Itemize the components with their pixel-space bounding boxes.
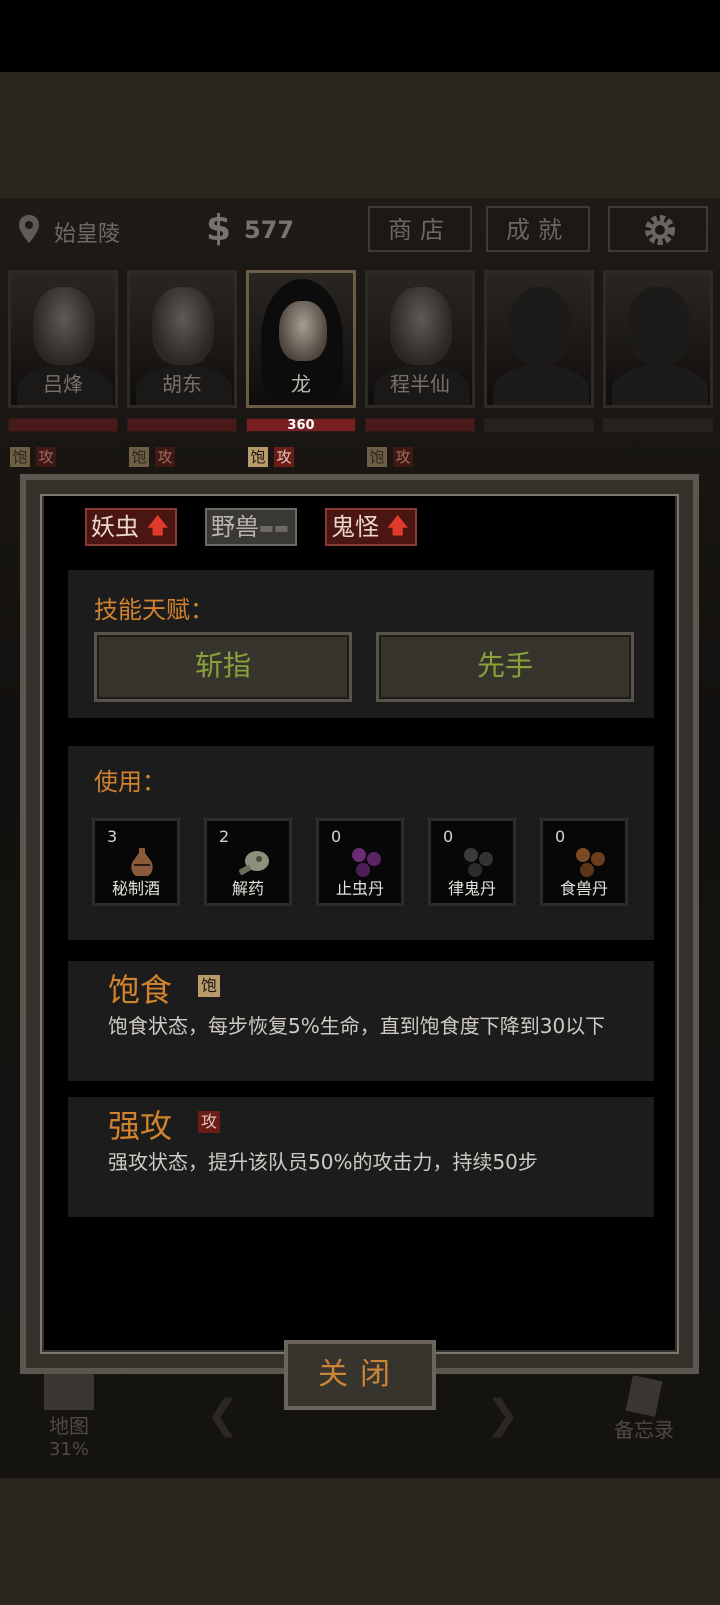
hp-bar: 360 <box>246 418 356 432</box>
item-name: 秘制酒 <box>111 879 160 898</box>
skill-button-1[interactable]: 斩指 <box>94 632 352 702</box>
arrow-left-icon[interactable]: ❮ <box>206 1392 240 1438</box>
resist-tag-beast: 野兽 ▬▬ <box>205 508 297 546</box>
party-member-3[interactable]: 龙 <box>246 270 356 408</box>
use-title: 使用： <box>94 768 166 796</box>
use-items-section: 使用： 3 秘制酒 2 解药 0 止虫丹 0 律鬼丹 0 食兽丹 <box>68 746 654 940</box>
party-member-name: 吕烽 <box>43 372 83 396</box>
satiated-badge: 饱 <box>129 447 149 467</box>
attack-badge: 攻 <box>155 447 175 467</box>
hp-value: 360 <box>287 418 315 433</box>
dollar-icon: $ <box>206 208 232 249</box>
skills-title: 技能天赋： <box>94 596 214 624</box>
attack-badge: 攻 <box>198 1111 220 1133</box>
satiated-badge: 饱 <box>198 975 220 997</box>
hp-bar-empty <box>603 418 713 432</box>
up-arrow-icon: 🡅 <box>386 514 409 539</box>
item-count: 0 <box>331 827 342 846</box>
item-antidote[interactable]: 2 解药 <box>204 818 292 906</box>
skills-section: 技能天赋： 斩指 先手 <box>68 570 654 718</box>
portrait-silhouette <box>628 287 690 365</box>
location-pin-icon <box>19 215 39 243</box>
gear-icon <box>645 215 675 245</box>
settings-button[interactable] <box>608 206 708 252</box>
item-name: 食兽丹 <box>559 879 608 898</box>
hp-bar <box>127 418 237 432</box>
map-icon <box>44 1372 94 1410</box>
header-bar: 始皇陵 $ 577 商店 成就 <box>0 200 720 260</box>
item-count: 0 <box>443 827 454 846</box>
arrow-right-icon[interactable]: ❯ <box>486 1392 520 1438</box>
party-member-name: 龙 <box>291 372 311 396</box>
resist-tag-ghost: 鬼怪 🡅 <box>325 508 417 546</box>
antidote-flask-icon <box>239 851 269 875</box>
item-insect-pill[interactable]: 0 止虫丹 <box>316 818 404 906</box>
neutral-dash-icon: ▬▬ <box>258 518 289 537</box>
resist-label: 鬼怪 <box>331 513 379 541</box>
portrait-body <box>612 365 708 405</box>
resist-label: 妖虫 <box>91 513 139 541</box>
portrait-face <box>33 287 95 365</box>
memo-icon <box>625 1375 663 1417</box>
party-slot-empty-6[interactable] <box>603 270 713 408</box>
purple-pills-icon <box>352 848 381 877</box>
item-name: 止虫丹 <box>335 879 384 898</box>
status-satiated-card: 饱食 饱 饱食状态，每步恢复5%生命，直到饱食度下降到30以下 <box>68 961 654 1081</box>
portrait-face <box>279 301 327 361</box>
map-progress: 31% <box>48 1439 89 1460</box>
item-count: 2 <box>219 827 230 846</box>
item-ghost-pill[interactable]: 0 律鬼丹 <box>428 818 516 906</box>
party-member-4[interactable]: 程半仙 <box>365 270 475 408</box>
portrait-face <box>390 287 452 365</box>
skill-button-2[interactable]: 先手 <box>376 632 634 702</box>
party-member-name: 程半仙 <box>390 372 450 396</box>
achievements-button[interactable]: 成就 <box>486 206 590 252</box>
satiated-badge: 饱 <box>367 447 387 467</box>
attack-badge: 攻 <box>36 447 56 467</box>
party-member-name: 胡东 <box>162 372 202 396</box>
wine-jar-icon <box>131 848 153 876</box>
item-name: 解药 <box>231 879 264 898</box>
party-slot-empty-5[interactable] <box>484 270 594 408</box>
item-name: 律鬼丹 <box>447 879 496 898</box>
map-label: 地图 <box>49 1414 89 1438</box>
status-title: 饱食 <box>108 971 173 1009</box>
satiated-badge: 饱 <box>248 447 268 467</box>
top-band <box>0 72 720 198</box>
resist-tag-insect: 妖虫 🡅 <box>85 508 177 546</box>
status-bar <box>0 0 720 72</box>
portrait-face <box>152 287 214 365</box>
memo-label: 备忘录 <box>614 1418 674 1442</box>
hp-bar <box>8 418 118 432</box>
close-button[interactable]: 关闭 <box>284 1340 436 1410</box>
money-value: 577 <box>244 216 295 244</box>
party-member-1[interactable]: 吕烽 <box>8 270 118 408</box>
status-title: 强攻 <box>108 1107 173 1145</box>
party-member-2[interactable]: 胡东 <box>127 270 237 408</box>
location-name: 始皇陵 <box>54 222 121 247</box>
attack-badge: 攻 <box>274 447 294 467</box>
up-arrow-icon: 🡅 <box>146 514 169 539</box>
status-description: 强攻状态，提升该队员50%的攻击力，持续50步 <box>108 1150 538 1174</box>
item-count: 3 <box>107 827 118 846</box>
bottom-band <box>0 1478 720 1605</box>
item-beast-pill[interactable]: 0 食兽丹 <box>540 818 628 906</box>
satiated-badge: 饱 <box>10 447 30 467</box>
status-description: 饱食状态，每步恢复5%生命，直到饱食度下降到30以下 <box>108 1014 606 1038</box>
attack-badge: 攻 <box>393 447 413 467</box>
hp-bar-empty <box>484 418 594 432</box>
brown-pills-icon <box>576 848 605 877</box>
resist-label: 野兽 <box>211 513 259 541</box>
item-secret-wine[interactable]: 3 秘制酒 <box>92 818 180 906</box>
gray-pills-icon <box>464 848 493 877</box>
status-attack-card: 强攻 攻 强攻状态，提升该队员50%的攻击力，持续50步 <box>68 1097 654 1217</box>
shop-button[interactable]: 商店 <box>368 206 472 252</box>
item-count: 0 <box>555 827 566 846</box>
portrait-silhouette <box>509 287 571 365</box>
memo-button[interactable]: 备忘录 <box>614 1375 674 1443</box>
hp-bar <box>365 418 475 432</box>
portrait-body <box>493 365 589 405</box>
map-button[interactable]: 地图 31% <box>44 1372 94 1460</box>
